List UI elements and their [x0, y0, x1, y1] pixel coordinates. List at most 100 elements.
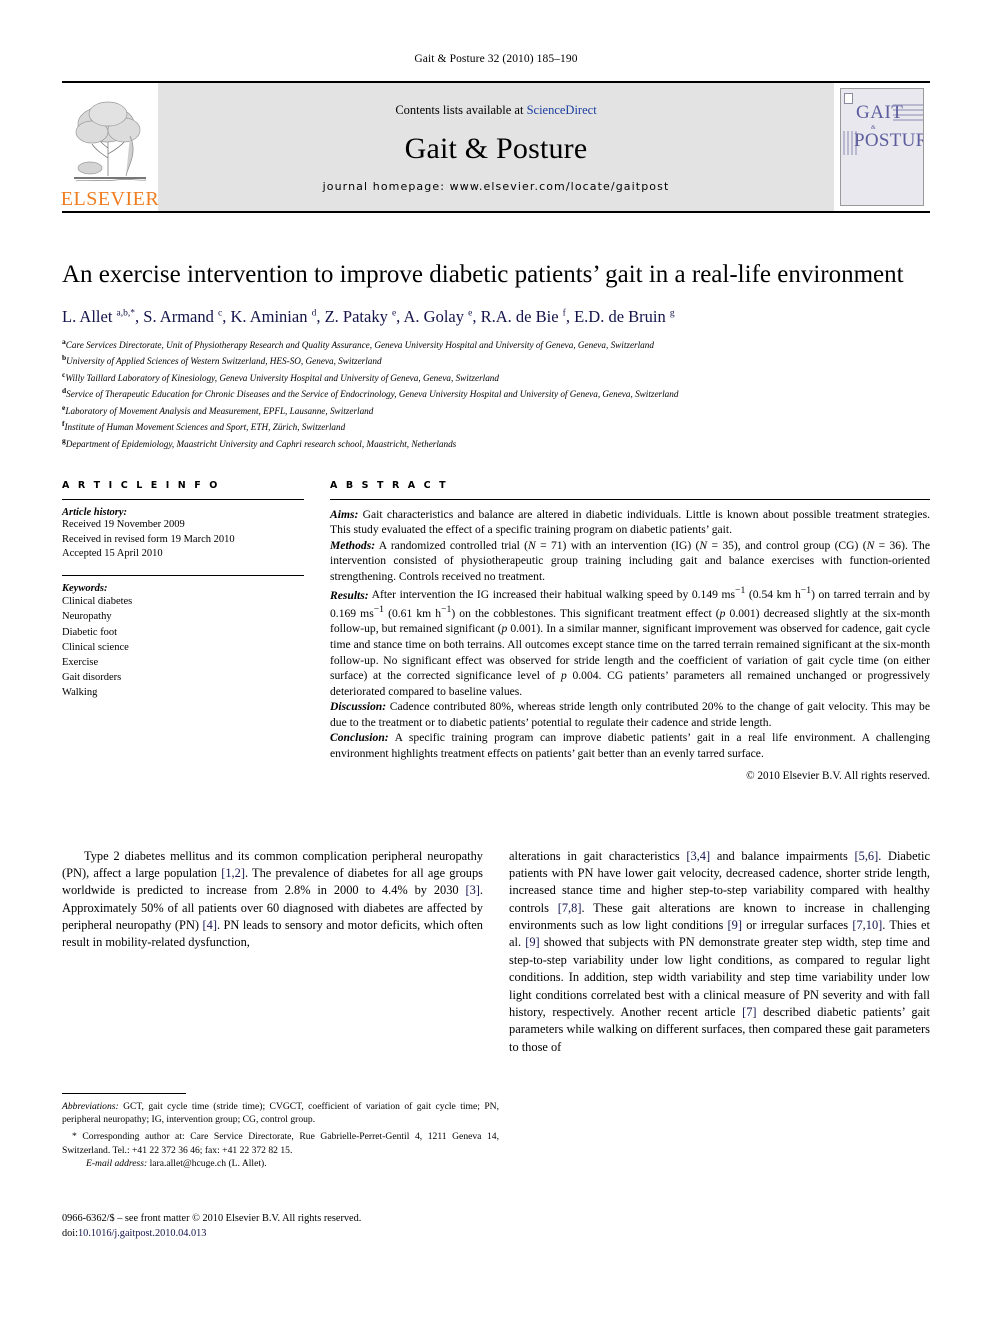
citation-ref[interactable]: [9]	[728, 918, 742, 932]
abstract-section-text: A specific training program can improve …	[330, 731, 930, 761]
corresponding-author-footnote: * Corresponding author at: Care Service …	[62, 1131, 499, 1156]
citation-ref[interactable]: [1,2]	[221, 866, 245, 880]
contents-available-line: Contents lists available at ScienceDirec…	[395, 103, 596, 118]
article-history-item: Received 19 November 2009	[62, 518, 185, 530]
article-info-heading: A R T I C L E I N F O	[62, 479, 220, 491]
keyword-item: Clinical diabetes	[62, 596, 133, 608]
citation-ref[interactable]: [3]	[465, 883, 479, 897]
keywords-label: Keywords:	[62, 583, 108, 595]
abstract-section-label: Aims:	[330, 507, 359, 521]
footnote-divider	[62, 1093, 186, 1094]
keyword-item: Exercise	[62, 656, 99, 668]
doi-line: doi:10.1016/j.gaitpost.2010.04.013	[62, 1227, 502, 1242]
article-info-panel: A R T I C L E I N F O Article history: R…	[62, 480, 304, 782]
elsevier-tree-icon	[74, 101, 147, 182]
abstract-panel: A B S T R A C T Aims: Gait characteristi…	[330, 480, 930, 782]
body-paragraph: Type 2 diabetes mellitus and its common …	[62, 848, 484, 950]
affiliation-text: Care Services Directorate, Unit of Physi…	[65, 339, 654, 350]
article-history-item: Received in revised form 19 March 2010	[62, 533, 235, 545]
article-history-item: Accepted 15 April 2010	[62, 548, 163, 560]
affiliation-item: dService of Therapeutic Education for Ch…	[62, 385, 930, 402]
abstract-section-label: Results:	[330, 588, 369, 602]
affiliation-item: fInstitute of Human Movement Sciences an…	[62, 418, 930, 435]
masthead-center: Contents lists available at ScienceDirec…	[158, 83, 834, 211]
keyword-item: Neuropathy	[62, 611, 112, 623]
affiliation-text: Willy Taillard Laboratory of Kinesiology…	[65, 372, 499, 383]
keyword-item: Gait disorders	[62, 671, 122, 683]
cover-title-top: GAIT	[856, 102, 904, 123]
body-column-right: alterations in gait characteristics [3,4…	[509, 848, 930, 1056]
email-label: E-mail address:	[86, 1157, 148, 1169]
abstract-section: Discussion: Cadence contributed 80%, whe…	[330, 699, 930, 730]
citation-ref[interactable]: [7]	[742, 1005, 756, 1019]
abbreviations-footnote: Abbreviations: GCT, gait cycle time (str…	[62, 1100, 499, 1126]
affiliation-text: Department of Epidemiology, Maastricht U…	[65, 439, 457, 450]
cover-title-bottom: POSTURE	[854, 130, 923, 151]
abstract-section-label: Discussion:	[330, 700, 387, 714]
affiliation-text: Service of Therapeutic Education for Chr…	[66, 389, 679, 400]
abstract-section-label: Conclusion:	[330, 731, 389, 745]
doi-label: doi:	[62, 1227, 79, 1239]
cover-image: GAIT & POSTURE	[840, 88, 924, 206]
elsevier-wordmark: ELSEVIER	[60, 188, 160, 210]
body-paragraph: alterations in gait characteristics [3,4…	[509, 848, 930, 1054]
divider	[330, 498, 930, 500]
elsevier-logo: ELSEVIER	[60, 83, 160, 211]
affiliation-item: cWilly Taillard Laboratory of Kinesiolog…	[62, 369, 930, 386]
body-text-region: Type 2 diabetes mellitus and its common …	[62, 848, 930, 1056]
copyright-line: © 2010 Elsevier B.V. All rights reserved…	[746, 769, 930, 782]
abstract-section: Results: After intervention the IG incre…	[330, 585, 930, 700]
email-suffix: (L. Allet).	[226, 1157, 267, 1169]
citation-ref[interactable]: [7,8]	[558, 901, 582, 915]
citation-ref[interactable]: [5,6]	[855, 849, 879, 863]
doi-link[interactable]: 10.1016/j.gaitpost.2010.04.013	[78, 1228, 206, 1239]
journal-title: Gait & Posture	[404, 132, 588, 165]
affiliation-item: bUniversity of Applied Sciences of Weste…	[62, 352, 930, 369]
sciencedirect-link[interactable]: ScienceDirect	[527, 103, 597, 117]
abstract-section-label: Methods:	[330, 538, 376, 552]
journal-homepage-link[interactable]: journal homepage: www.elsevier.com/locat…	[323, 180, 670, 193]
keyword-item: Clinical science	[62, 641, 129, 653]
journal-cover-thumbnail: GAIT & POSTURE	[834, 83, 930, 211]
abstract-section: Methods: A randomized controlled trial (…	[330, 538, 930, 585]
abstract-heading: A B S T R A C T	[330, 479, 449, 491]
cover-mini-icon	[844, 93, 853, 104]
running-head: Gait & Posture 32 (2010) 185–190	[414, 53, 578, 65]
email-link[interactable]: lara.allet@hcuge.ch	[150, 1158, 226, 1169]
abstract-body: Aims: Gait characteristics and balance a…	[330, 507, 930, 762]
keyword-item: Walking	[62, 687, 98, 699]
article-page: Gait & Posture 32 (2010) 185–190 ELSEVIE…	[0, 0, 992, 1323]
citation-ref[interactable]: [3,4]	[686, 849, 710, 863]
footnote-region: Abbreviations: GCT, gait cycle time (str…	[62, 1093, 499, 1170]
abstract-section: Aims: Gait characteristics and balance a…	[330, 507, 930, 538]
abstract-section-text: A randomized controlled trial (N = 71) w…	[330, 538, 930, 583]
email-footnote: E-mail address: lara.allet@hcuge.ch (L. …	[62, 1157, 499, 1170]
keyword-item: Diabetic foot	[62, 626, 118, 638]
affiliation-item: eLaboratory of Movement Analysis and Mea…	[62, 402, 930, 419]
divider	[62, 498, 304, 500]
author-list: L. Allet a,b,*, S. Armand c, K. Aminian …	[62, 306, 675, 326]
affiliation-text: Institute of Human Movement Sciences and…	[64, 422, 346, 433]
page-title: An exercise intervention to improve diab…	[62, 261, 904, 288]
citation-ref[interactable]: [4]	[203, 918, 217, 932]
abbreviations-label: Abbreviations:	[62, 1101, 119, 1112]
body-column-left: Type 2 diabetes mellitus and its common …	[62, 848, 483, 1056]
abbreviations-text: GCT, gait cycle time (stride time); CVGC…	[62, 1101, 499, 1126]
abstract-section-text: Cadence contributed 80%, whereas stride …	[330, 700, 930, 729]
citation-ref[interactable]: [7,10]	[852, 918, 882, 932]
journal-masthead: ELSEVIER Contents lists available at Sci…	[60, 81, 930, 213]
contents-prefix: Contents lists available at	[395, 103, 527, 117]
affiliation-list: aCare Services Directorate, Unit of Phys…	[62, 336, 930, 452]
abstract-section-text: Gait characteristics and balance are alt…	[330, 507, 930, 537]
issn-line: 0966-6362/$ – see front matter © 2010 El…	[62, 1213, 362, 1224]
affiliation-text: Laboratory of Movement Analysis and Meas…	[65, 405, 374, 416]
article-history-label: Article history:	[62, 506, 128, 518]
affiliation-text: University of Applied Sciences of Wester…	[66, 356, 382, 367]
citation-ref[interactable]: [9]	[525, 935, 539, 949]
issn-footer: 0966-6362/$ – see front matter © 2010 El…	[62, 1212, 502, 1242]
affiliation-item: gDepartment of Epidemiology, Maastricht …	[62, 435, 930, 452]
info-abstract-region: A R T I C L E I N F O Article history: R…	[62, 480, 930, 782]
abstract-section-text: After intervention the IG increased thei…	[330, 585, 931, 698]
affiliation-item: aCare Services Directorate, Unit of Phys…	[62, 336, 930, 353]
abstract-section: Conclusion: A specific training program …	[330, 730, 930, 761]
